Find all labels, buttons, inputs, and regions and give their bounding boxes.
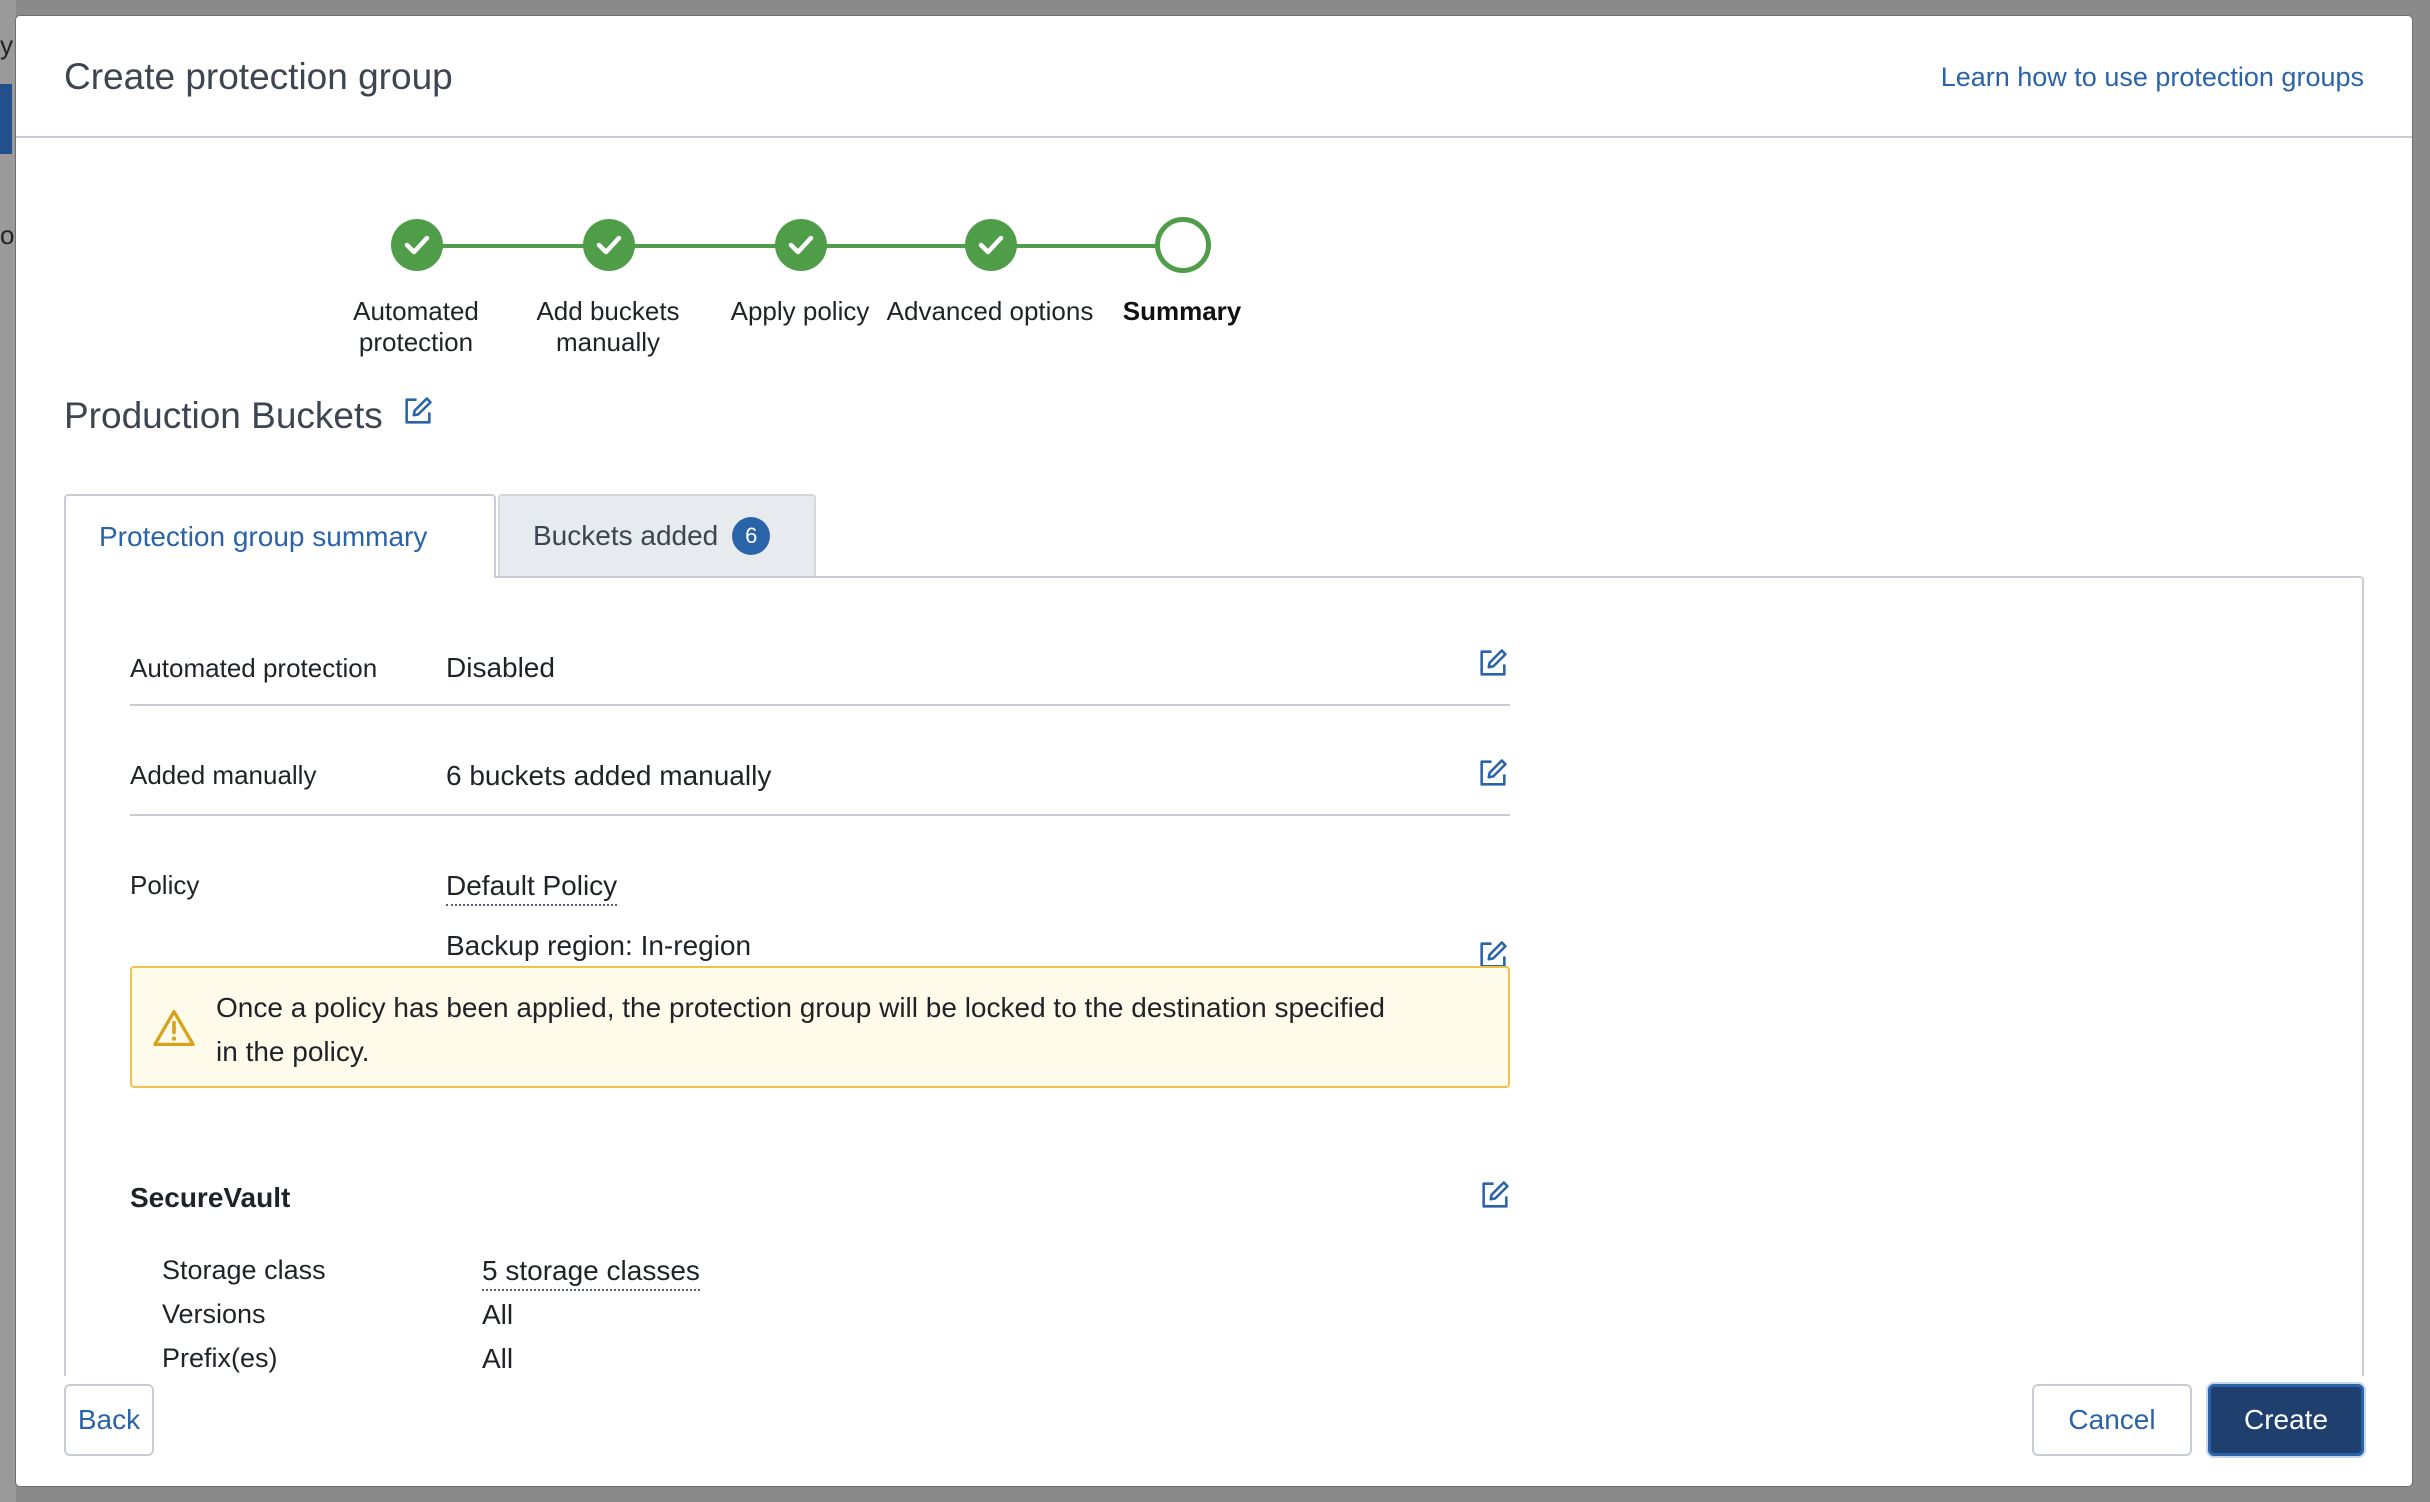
tab-protection-group-summary[interactable]: Protection group summary — [64, 494, 496, 578]
help-link[interactable]: Learn how to use protection groups — [1941, 62, 2364, 93]
protection-group-name: Production Buckets — [64, 394, 435, 437]
warning-text: Once a policy has been applied, the prot… — [216, 992, 1385, 1067]
warning-icon — [152, 1008, 196, 1053]
row-value: 6 buckets added manually — [446, 760, 772, 791]
check-icon — [391, 219, 443, 271]
prefix-value: All — [482, 1343, 514, 1374]
securevault-title: SecureVault — [130, 1182, 291, 1213]
background-button — [0, 84, 12, 154]
storage-class-label: Storage class — [162, 1255, 326, 1285]
background-page: y ot — [0, 0, 22, 1502]
create-protection-group-dialog: Create protection group Learn how to use… — [16, 16, 2412, 1486]
check-icon — [775, 219, 827, 271]
check-icon — [583, 219, 635, 271]
back-button[interactable]: Back — [64, 1384, 154, 1456]
summary-panel: Automated protection Disabled Added manu… — [64, 576, 2364, 1376]
cancel-button[interactable]: Cancel — [2032, 1384, 2192, 1456]
background-text: ot — [0, 220, 22, 250]
step-label: Summary — [1122, 296, 1242, 326]
dialog-header: Create protection group Learn how to use… — [16, 16, 2412, 138]
row-label: Automated protection — [130, 653, 378, 683]
bucket-count-badge: 6 — [732, 517, 771, 555]
summary-row-added-manually: Added manually 6 buckets added manually — [130, 706, 1510, 816]
policy-name-link[interactable]: Default Policy — [446, 870, 618, 906]
group-name-text: Production Buckets — [64, 394, 383, 436]
wizard-stepper: Automated protection Add buckets manuall… — [16, 201, 2412, 371]
check-icon — [965, 219, 1017, 271]
tab-buckets-added[interactable]: Buckets added 6 — [498, 494, 816, 576]
dialog-title: Create protection group — [64, 56, 453, 97]
step-connector — [626, 244, 798, 248]
prefix-label: Prefix(es) — [162, 1343, 278, 1373]
summary-row-policy: Policy Default Policy Backup region: In-… — [130, 816, 1510, 1088]
row-label: Added manually — [130, 760, 317, 790]
edit-icon[interactable] — [1476, 646, 1510, 680]
current-step-indicator — [1155, 217, 1211, 273]
create-button[interactable]: Create — [2208, 1384, 2364, 1456]
background-text: y — [0, 30, 13, 60]
step-connector — [434, 244, 606, 248]
summary-row-automated-protection: Automated protection Disabled — [130, 578, 1510, 706]
row-value: Disabled — [446, 652, 555, 683]
edit-icon[interactable] — [1476, 756, 1510, 790]
edit-name-icon[interactable] — [401, 394, 435, 437]
storage-class-link[interactable]: 5 storage classes — [482, 1255, 700, 1291]
versions-label: Versions — [162, 1299, 266, 1329]
policy-lock-warning: Once a policy has been applied, the prot… — [130, 966, 1510, 1088]
versions-value: All — [482, 1299, 514, 1330]
backup-region: Backup region: In-region — [446, 930, 752, 961]
row-label: Policy — [130, 870, 200, 900]
edit-icon[interactable] — [1478, 1178, 1512, 1212]
